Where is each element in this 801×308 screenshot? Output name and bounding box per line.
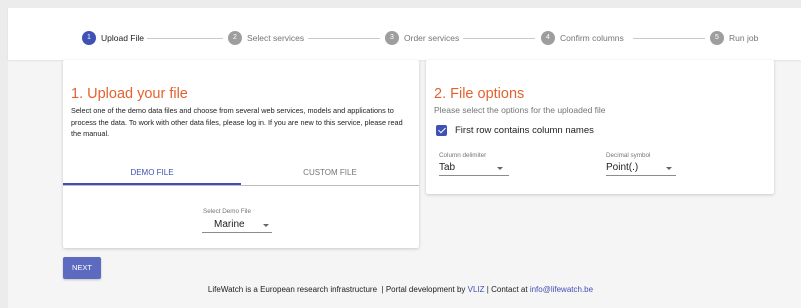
chevron-down-icon [497, 167, 503, 170]
step-select-services[interactable]: 2 Select services [228, 31, 304, 45]
email-link[interactable]: info@lifewatch.be [530, 285, 593, 294]
step-label-3: Order services [404, 33, 460, 43]
column-delimiter-select[interactable]: Tab [439, 161, 509, 176]
options-card-title: 2. File options [434, 86, 525, 102]
column-delimiter-value: Tab [439, 162, 456, 173]
step-upload-file[interactable]: 1 Upload File [82, 31, 144, 45]
step-run-job[interactable]: 5 Run job [710, 31, 758, 45]
footer-text-contact: Contact at [491, 285, 528, 294]
tab-demo-file[interactable]: DEMO FILE [63, 160, 241, 185]
decimal-symbol-value: Point(.) [606, 162, 639, 173]
step-order-services[interactable]: 3 Order services [385, 31, 459, 45]
upload-card-description: Select one of the demo data files and ch… [71, 106, 403, 138]
step-number-1: 1 [82, 31, 96, 45]
vliz-link[interactable]: VLIZ [468, 285, 485, 294]
page: 1 Upload File 2 Select services 3 Order … [8, 8, 801, 308]
demo-file-select-label: Select Demo File [203, 208, 251, 215]
footer-text-infrastructure: LifeWatch is a European research infrast… [207, 285, 378, 294]
step-confirm-columns[interactable]: 4 Confirm columns [541, 31, 624, 45]
footer-separator: | [486, 285, 489, 294]
step-connector [633, 38, 705, 39]
tab-custom-file[interactable]: CUSTOM FILE [241, 160, 419, 185]
decimal-symbol-select[interactable]: Point(.) [606, 161, 676, 176]
file-source-tabs: DEMO FILE CUSTOM FILE [63, 160, 419, 186]
step-connector [463, 38, 535, 39]
step-number-2: 2 [228, 31, 242, 45]
step-number-3: 3 [385, 31, 399, 45]
chevron-down-icon [263, 224, 269, 227]
footer-separator: | [381, 285, 384, 294]
next-button[interactable]: NEXT [63, 257, 101, 279]
upload-card-title: 1. Upload your file [71, 86, 188, 102]
footer: LifeWatch is a European research infrast… [0, 285, 801, 294]
decimal-symbol-label: Decimal symbol [606, 152, 651, 159]
step-number-5: 5 [710, 31, 724, 45]
file-options-card: 2. File options Please select the option… [426, 60, 774, 194]
demo-file-select[interactable]: Marine [202, 218, 272, 233]
tab-active-indicator [63, 183, 241, 185]
step-label-4: Confirm columns [560, 33, 624, 43]
chevron-down-icon [666, 167, 672, 170]
upload-file-card: 1. Upload your file Select one of the de… [63, 60, 419, 248]
footer-text-portal: Portal development by [385, 285, 466, 294]
step-connector [147, 38, 223, 39]
demo-file-select-value: Marine [214, 219, 245, 230]
step-label-5: Run job [729, 33, 759, 43]
options-card-subtitle: Please select the options for the upload… [434, 105, 606, 115]
column-delimiter-label: Column delimiter [439, 152, 487, 159]
step-number-4: 4 [541, 31, 555, 45]
stepper: 1 Upload File 2 Select services 3 Order … [8, 8, 801, 60]
step-connector [308, 38, 380, 39]
step-label-1: Upload File [101, 33, 144, 43]
first-row-checkbox-label[interactable]: First row contains column names [455, 125, 594, 136]
step-label-2: Select services [247, 33, 305, 43]
first-row-checkbox[interactable] [436, 125, 447, 136]
